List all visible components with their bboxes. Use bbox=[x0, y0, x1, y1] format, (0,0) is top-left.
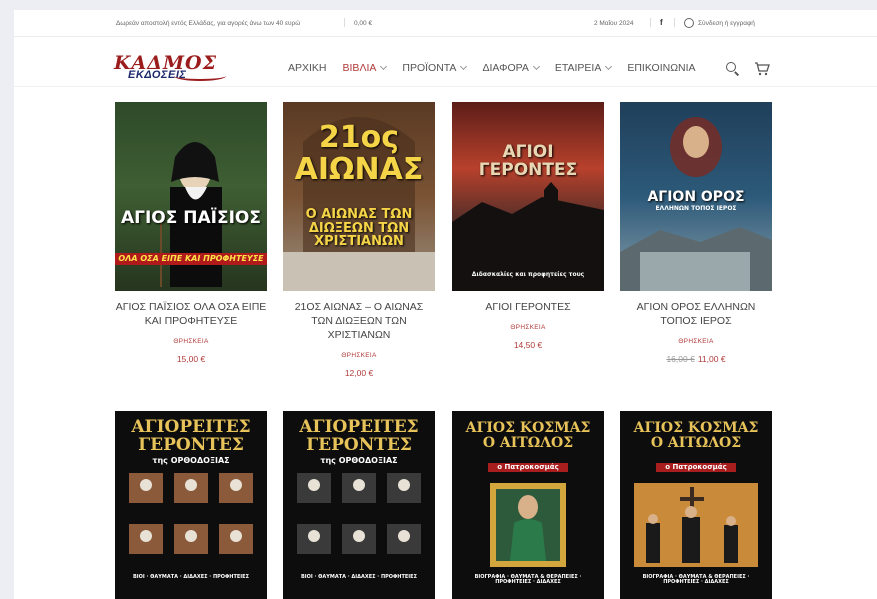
product-cover[interactable]: 21ος ΑΙΩΝΑΣ Ο ΑΙΩΝΑΣ ΤΩΝ ΔΙΩΞΕΩΝ ΤΩΝ ΧΡΙ… bbox=[283, 102, 435, 291]
site-logo[interactable]: ΚΑΔΜΟΣ ΕΚΔΟΣΕΙΣ bbox=[114, 54, 232, 84]
cover-footer: ΒΙΟΙ · ΘΑΥΜΑΤΑ · ΔΙΔΑΧΕΣ · ΠΡΟΦΗΤΕΙΕΣ bbox=[133, 574, 249, 580]
nav-item-company[interactable]: ΕΤΑΙΡΕΙΑ bbox=[554, 62, 613, 74]
product-price: 12,00 € bbox=[283, 368, 435, 378]
chevron-down-icon bbox=[605, 62, 613, 71]
cart-glyph bbox=[755, 62, 770, 76]
cover-subtitle: Διδασκαλίες και προφητείες τους bbox=[471, 271, 585, 278]
cover-footer: ΒΙΟΓΡΑΦΙΑ · ΘΑΥΜΑΤΑ & ΘΕΡΑΠΕΙΕΣ · ΠΡΟΦΗΤ… bbox=[642, 574, 750, 586]
price-value: 15,00 € bbox=[176, 354, 206, 364]
cover-art bbox=[129, 473, 253, 554]
cover-art bbox=[634, 483, 758, 567]
site-header: ΚΑΔΜΟΣ ΕΚΔΟΣΕΙΣ ΑΡΧΙΚΗ ΒΙΒΛΙΑ ΠΡΟΪΟΝΤΑ Δ… bbox=[14, 36, 877, 87]
cover-subtitle: ΕΛΛΗΝΩΝ ΤΟΠΟΣ ΙΕΡΟΣ bbox=[655, 205, 737, 212]
cover-title: ΑΓΙΟΣ ΠΑΪΣΙΟΣ bbox=[120, 208, 261, 228]
nav-item-contact[interactable]: ΕΠΙΚΟΙΝΩΝΙΑ bbox=[627, 62, 695, 74]
product-cover[interactable]: ΑΓΙΟΣ ΠΑΪΣΙΟΣ ΟΛΑ ΟΣΑ ΕΙΠΕ ΚΑΙ ΠΡΟΦΗΤΕΥΣ… bbox=[115, 102, 267, 291]
cover-art bbox=[490, 483, 566, 567]
product-name[interactable]: ΑΓΙΟΙ ΓΕΡΟΝΤΕΣ bbox=[452, 300, 604, 314]
divider bbox=[650, 18, 651, 27]
cover-footer: ΒΙΟΓΡΑΦΙΑ · ΘΑΥΜΑΤΑ & ΘΕΡΑΠΕΙΕΣ · ΠΡΟΦΗΤ… bbox=[474, 574, 582, 586]
cart-icon[interactable] bbox=[754, 62, 770, 76]
current-date: 2 Μαΐου 2024 bbox=[594, 20, 634, 27]
logo-swoosh bbox=[174, 71, 226, 81]
product-name[interactable]: ΑΓΙΟΝ ΟΡΟΣ ΕΛΛΗΝΩΝ ΤΟΠΟΣ ΙΕΡΟΣ bbox=[620, 300, 772, 328]
main-nav: ΑΡΧΙΚΗ ΒΙΒΛΙΑ ΠΡΟΪΟΝΤΑ ΔΙΑΦΟΡΑ ΕΤΑΙΡΕΙΑ … bbox=[288, 62, 712, 74]
cover-art bbox=[297, 473, 421, 554]
top-bar: Δωρεάν αποστολή εντός Ελλάδας, για αγορέ… bbox=[14, 10, 877, 37]
login-link[interactable]: Σύνδεση ή εγγραφή bbox=[684, 18, 755, 28]
product-name[interactable]: ΑΓΙΟΣ ΠΑΪΣΙΟΣ ΟΛΑ ΟΣΑ ΕΙΠΕ ΚΑΙ ΠΡΟΦΗΤΕΥΣ… bbox=[115, 300, 267, 328]
price-value: 11,00 € bbox=[697, 354, 726, 364]
product-category[interactable]: ΘΡΗΣΚΕΙΑ bbox=[452, 324, 604, 331]
nav-label: ΕΤΑΙΡΕΙΑ bbox=[554, 62, 602, 74]
cover-art bbox=[452, 182, 604, 291]
nav-item-books[interactable]: ΒΙΒΛΙΑ bbox=[342, 62, 388, 74]
product-category[interactable]: ΘΡΗΣΚΕΙΑ bbox=[283, 352, 435, 359]
product-cover[interactable]: ΑΓΙΟΣ ΚΟΣΜΑΣ Ο ΑΙΤΩΛΟΣ ο Πατροκοσμάς ΒΙΟ… bbox=[620, 411, 772, 599]
nav-label: ΔΙΑΦΟΡΑ bbox=[482, 62, 529, 74]
product-price: 16,00 €11,00 € bbox=[620, 354, 772, 364]
nav-label: ΠΡΟΪΟΝΤΑ bbox=[402, 62, 457, 74]
cover-title: 21ος ΑΙΩΝΑΣ bbox=[294, 120, 424, 187]
user-icon bbox=[684, 18, 694, 28]
facebook-icon[interactable]: f bbox=[660, 18, 663, 27]
product-cover[interactable]: ΑΓΙΟΙ ΓΕΡΟΝΤΕΣ Διδασκαλίες και προφητείε… bbox=[452, 102, 604, 291]
product-name[interactable]: 21ΟΣ ΑΙΩΝΑΣ – Ο ΑΙΩΝΑΣ ΤΩΝ ΔΙΩΞΕΩΝ ΤΩΝ Χ… bbox=[283, 300, 435, 342]
nav-item-home[interactable]: ΑΡΧΙΚΗ bbox=[288, 62, 327, 74]
product-price: 14,50 € bbox=[452, 340, 604, 350]
price-value: 12,00 € bbox=[344, 368, 374, 378]
product-cover[interactable]: ΑΓΙΟΡΕΙΤΕΣ ΓΕΡΟΝΤΕΣ της ΟΡΘΟΔΟΞΙΑΣ ΒΙΟΙ … bbox=[115, 411, 267, 599]
product-cover[interactable]: ΑΓΙΟΝ ΟΡΟΣ ΕΛΛΗΝΩΝ ΤΟΠΟΣ ΙΕΡΟΣ bbox=[620, 102, 772, 291]
login-label: Σύνδεση ή εγγραφή bbox=[698, 19, 755, 27]
product-category[interactable]: ΘΡΗΣΚΕΙΑ bbox=[620, 338, 772, 345]
chevron-down-icon bbox=[380, 62, 388, 71]
product-cover[interactable]: ΑΓΙΟΣ ΚΟΣΜΑΣ Ο ΑΙΤΩΛΟΣ ο Πατροκοσμάς ΒΙΟ… bbox=[452, 411, 604, 599]
nav-label: ΑΡΧΙΚΗ bbox=[288, 62, 327, 74]
chevron-down-icon bbox=[460, 62, 468, 71]
product-price: 15,00 € bbox=[115, 354, 267, 364]
cover-subtitle: Ο ΑΙΩΝΑΣ ΤΩΝ ΔΙΩΞΕΩΝ ΤΩΝ ΧΡΙΣΤΙΑΝΩΝ bbox=[305, 207, 413, 250]
mini-cart-total[interactable]: 0,00 € bbox=[354, 20, 372, 27]
search-icon[interactable] bbox=[726, 62, 740, 76]
nav-item-misc[interactable]: ΔΙΑΦΟΡΑ bbox=[482, 62, 540, 74]
old-price: 16,00 € bbox=[666, 354, 695, 364]
product-cover[interactable]: ΑΓΙΟΡΕΙΤΕΣ ΓΕΡΟΝΤΕΣ της ΟΡΘΟΔΟΞΙΑΣ ΒΙΟΙ … bbox=[283, 411, 435, 599]
price-value: 14,50 € bbox=[513, 340, 543, 350]
divider bbox=[344, 18, 345, 27]
cover-title: ΑΓΙΟΝ ΟΡΟΣ bbox=[647, 189, 745, 205]
nav-label: ΒΙΒΛΙΑ bbox=[342, 62, 377, 74]
cover-subtitle: ΟΛΑ ΟΣΑ ΕΙΠΕ ΚΑΙ ΠΡΟΦΗΤΕΥΣΕ bbox=[115, 253, 267, 266]
nav-item-products[interactable]: ΠΡΟΪΟΝΤΑ bbox=[402, 62, 468, 74]
product-category[interactable]: ΘΡΗΣΚΕΙΑ bbox=[115, 338, 267, 345]
cover-footer: ΒΙΟΙ · ΘΑΥΜΑΤΑ · ΔΙΔΑΧΕΣ · ΠΡΟΦΗΤΕΙΕΣ bbox=[301, 574, 417, 580]
cover-title: ΑΓΙΟΙ ΓΕΡΟΝΤΕΣ bbox=[478, 142, 578, 180]
divider bbox=[674, 18, 675, 27]
nav-label: ΕΠΙΚΟΙΝΩΝΙΑ bbox=[627, 62, 696, 74]
shipping-promo: Δωρεάν αποστολή εντός Ελλάδας, για αγορέ… bbox=[116, 20, 301, 27]
page: Δωρεάν αποστολή εντός Ελλάδας, για αγορέ… bbox=[14, 10, 877, 599]
search-handle bbox=[734, 71, 740, 76]
chevron-down-icon bbox=[532, 62, 540, 71]
